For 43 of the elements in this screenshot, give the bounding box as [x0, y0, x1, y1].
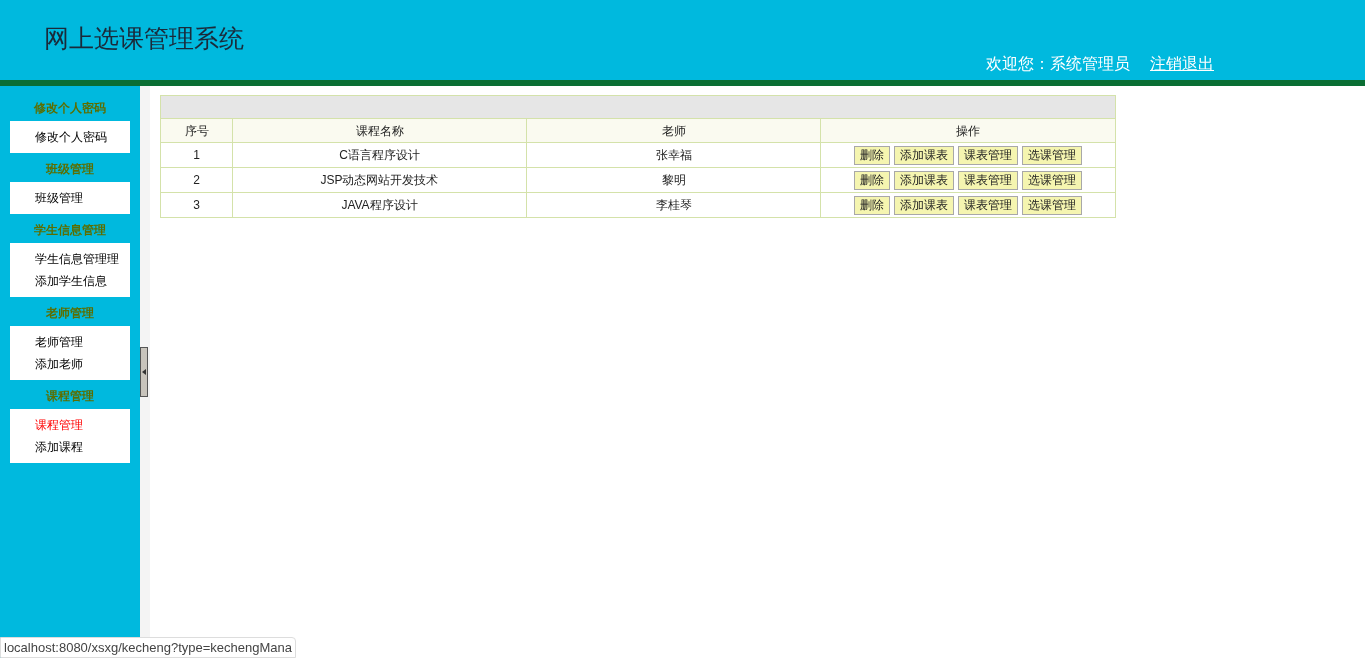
action-button[interactable]: 删除	[854, 170, 890, 190]
menu-item[interactable]: 添加老师	[35, 356, 130, 372]
action-button[interactable]: 添加课表	[894, 170, 954, 190]
menu-item[interactable]: 添加学生信息	[35, 273, 130, 289]
table-cell: 黎明	[526, 167, 821, 193]
menu-section-title: 班级管理	[46, 161, 94, 178]
table-cell: 1	[160, 142, 233, 168]
menu-item[interactable]: 添加课程	[35, 439, 130, 455]
table-cell: 3	[160, 192, 233, 218]
action-button[interactable]: 删除	[854, 195, 890, 215]
action-button[interactable]: 课表管理	[958, 195, 1018, 215]
site-title: 网上选课管理系统	[44, 26, 244, 51]
action-button[interactable]: 添加课表	[894, 145, 954, 165]
table-cell: 2	[160, 167, 233, 193]
collapse-arrow-icon	[142, 369, 146, 375]
menu-item[interactable]: 学生信息管理理	[35, 251, 130, 267]
action-button[interactable]: 选课管理	[1022, 145, 1082, 165]
menu-section-title: 修改个人密码	[34, 100, 106, 117]
menu-item[interactable]: 班级管理	[35, 190, 130, 206]
menu-section-title: 老师管理	[46, 305, 94, 322]
collapse-handle[interactable]	[140, 347, 148, 397]
menu-item[interactable]: 老师管理	[35, 334, 130, 350]
table-cell: 张幸福	[526, 142, 821, 168]
action-button[interactable]: 删除	[854, 145, 890, 165]
menu-item[interactable]: 修改个人密码	[35, 129, 130, 145]
column-header: 序号	[160, 118, 233, 143]
action-button[interactable]: 课表管理	[958, 170, 1018, 190]
action-button[interactable]: 选课管理	[1022, 195, 1082, 215]
column-header: 课程名称	[232, 118, 527, 143]
column-header: 老师	[526, 118, 821, 143]
welcome-text: 欢迎您：系统管理员	[986, 54, 1130, 74]
action-button[interactable]: 课表管理	[958, 145, 1018, 165]
action-button[interactable]: 选课管理	[1022, 170, 1082, 190]
table-cell: JAVA程序设计	[232, 192, 527, 218]
menu-section-title: 学生信息管理	[34, 222, 106, 239]
action-button[interactable]: 添加课表	[894, 195, 954, 215]
status-bar-url: localhost:8080/xsxg/kecheng?type=kechengMana	[0, 637, 296, 658]
table-cell: C语言程序设计	[232, 142, 527, 168]
column-header: 操作	[820, 118, 1116, 143]
table-cell: 李桂琴	[526, 192, 821, 218]
menu-item[interactable]: 课程管理	[35, 417, 130, 433]
table-cell: JSP动态网站开发技术	[232, 167, 527, 193]
menu-section-title: 课程管理	[46, 388, 94, 405]
